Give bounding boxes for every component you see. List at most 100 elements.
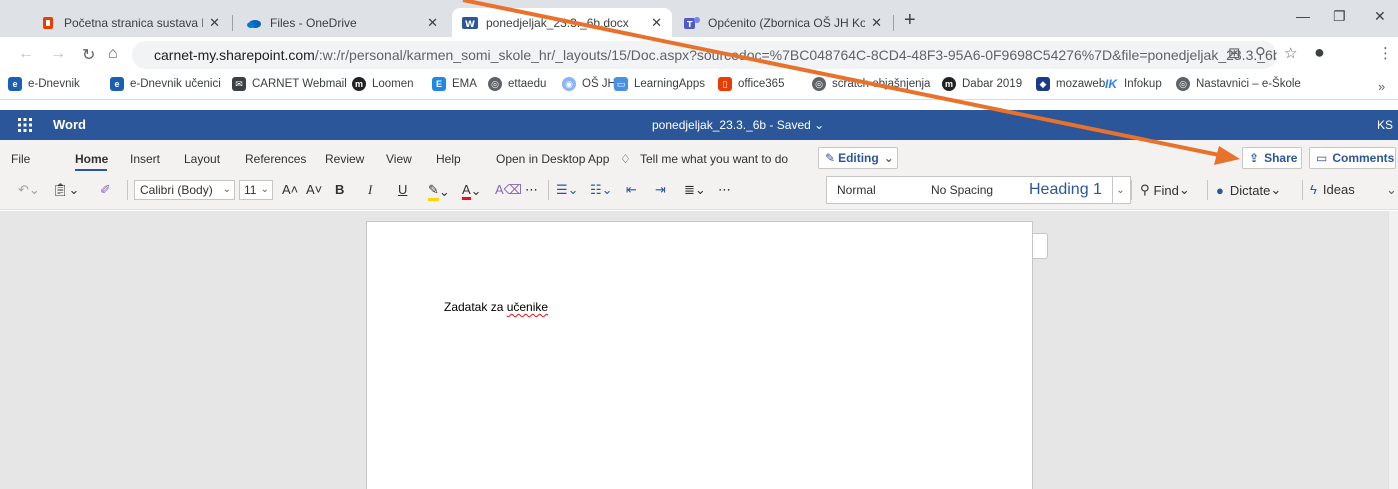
- bookmark-os-jh[interactable]: ◉ OŠ JH: [562, 77, 616, 91]
- more-paragraph-options-icon[interactable]: ⋯: [718, 182, 731, 198]
- user-avatar[interactable]: KS: [1377, 118, 1393, 132]
- undo-icon[interactable]: ↶⌄: [18, 182, 40, 198]
- tab-review[interactable]: Review: [325, 152, 364, 166]
- comments-button[interactable]: ▭ Comments: [1309, 147, 1396, 169]
- close-icon[interactable]: ✕: [651, 15, 662, 31]
- font-size-box[interactable]: 11 ⌄: [239, 180, 273, 200]
- new-tab-button[interactable]: +: [904, 10, 916, 30]
- style-normal[interactable]: Normal: [837, 177, 876, 203]
- highlight-icon[interactable]: ✎ ⌄: [428, 182, 450, 201]
- e-dnevnik-icon: e: [110, 77, 124, 91]
- bookmark-e-dnevnik[interactable]: e e-Dnevnik: [8, 77, 80, 91]
- open-in-desktop-app[interactable]: Open in Desktop App: [496, 152, 609, 166]
- tab-teams[interactable]: T Općenito (Zbornica OŠ JH Kotoriba) ✕: [674, 8, 892, 37]
- ribbon-collapse-icon[interactable]: ⌄: [1386, 182, 1397, 198]
- editing-mode-button[interactable]: ✎ Editing ⌄: [818, 147, 898, 169]
- style-no-spacing[interactable]: No Spacing: [931, 177, 993, 203]
- bookmark-star-icon[interactable]: ☆: [1284, 44, 1297, 62]
- bookmark-dabar[interactable]: m Dabar 2019: [942, 77, 1022, 91]
- ema-icon: E: [432, 77, 446, 91]
- format-painter-icon[interactable]: ✐: [100, 182, 111, 198]
- styles-dropdown-icon[interactable]: ⌄: [1112, 177, 1128, 203]
- document-text[interactable]: Zadatak za učenike: [444, 300, 548, 314]
- tab-view[interactable]: View: [386, 152, 412, 166]
- close-window-icon[interactable]: ✕: [1374, 8, 1386, 25]
- numbering-icon[interactable]: ☷⌄: [590, 182, 613, 198]
- document-title[interactable]: ponedjeljak_23.3._6b - Saved ⌄: [652, 118, 824, 132]
- forward-icon[interactable]: →: [50, 45, 66, 63]
- decrease-indent-icon[interactable]: ⇤: [626, 182, 637, 198]
- divider: [127, 180, 128, 200]
- bookmark-nastavnici[interactable]: ◎ Nastavnici – e-Škole: [1176, 77, 1301, 91]
- underline-icon[interactable]: U: [398, 182, 407, 197]
- globe-icon: ◎: [488, 77, 502, 91]
- close-icon[interactable]: ✕: [427, 15, 438, 31]
- browser-menu-icon[interactable]: ⋮: [1378, 44, 1393, 62]
- font-name-box[interactable]: Calibri (Body) ⌄: [134, 180, 235, 200]
- find-button[interactable]: ⚲ Find ⌄: [1140, 182, 1190, 198]
- close-icon[interactable]: ✕: [209, 15, 220, 31]
- app-name[interactable]: Word: [53, 117, 86, 132]
- url-host: carnet-my.sharepoint.com: [154, 47, 315, 63]
- bookmark-ettaedu[interactable]: ◎ ettaedu: [488, 77, 546, 91]
- zoom-icon[interactable]: ⚲: [1255, 44, 1266, 62]
- address-bar[interactable]: carnet-my.sharepoint.com/:w:/r/personal/…: [132, 41, 1277, 69]
- chevron-down-icon: ⌄: [222, 184, 231, 195]
- back-icon[interactable]: ←: [18, 45, 34, 63]
- font-color-icon[interactable]: A ⌄: [462, 182, 482, 200]
- tab-file[interactable]: File: [11, 152, 30, 166]
- italic-icon[interactable]: I: [368, 182, 372, 198]
- style-heading-1[interactable]: Heading 1: [1029, 177, 1102, 203]
- tab-onedrive[interactable]: Files - OneDrive ✕: [236, 8, 448, 37]
- vertical-scrollbar[interactable]: [1388, 211, 1398, 489]
- divider: [1302, 180, 1303, 200]
- bookmark-learningapps[interactable]: ▭ LearningApps: [614, 77, 705, 91]
- translate-icon[interactable]: ⊞: [1228, 44, 1241, 62]
- increase-indent-icon[interactable]: ⇥: [655, 182, 666, 198]
- bold-icon[interactable]: B: [335, 182, 344, 197]
- browser-tab-strip: Početna stranica sustava Microsoft ✕ Fil…: [0, 0, 1398, 37]
- globe-icon: ◎: [1176, 77, 1190, 91]
- clear-formatting-icon[interactable]: A⌫: [495, 182, 522, 198]
- learningapps-icon: ▭: [614, 77, 628, 91]
- reload-icon[interactable]: ↻: [82, 45, 95, 65]
- misspelled-word[interactable]: učenike: [507, 300, 548, 314]
- bookmark-scratch[interactable]: ◎ scratch objašnjenja: [812, 77, 930, 91]
- alignment-icon[interactable]: ≣⌄: [684, 182, 706, 198]
- grow-font-icon[interactable]: A˄: [282, 182, 298, 197]
- tab-layout[interactable]: Layout: [184, 152, 220, 166]
- bullets-icon[interactable]: ☰⌄: [556, 182, 579, 198]
- paste-icon[interactable]: 📋︎⌄: [52, 182, 79, 198]
- word-doc-icon: W: [462, 15, 478, 31]
- bookmark-e-dnevnik-ucenici[interactable]: e e-Dnevnik učenici: [110, 77, 221, 91]
- share-button[interactable]: ⇪ Share: [1242, 147, 1302, 169]
- dictate-button[interactable]: ● Dictate ⌄: [1216, 182, 1281, 198]
- infokup-icon: IK: [1105, 77, 1117, 91]
- more-font-options-icon[interactable]: ⋯: [525, 182, 538, 198]
- svg-text:T: T: [687, 20, 693, 29]
- home-icon[interactable]: ⌂: [108, 45, 118, 63]
- bookmark-infokup[interactable]: IK Infokup: [1104, 77, 1162, 91]
- tab-help[interactable]: Help: [436, 152, 461, 166]
- profile-icon[interactable]: ●: [1314, 42, 1325, 63]
- minimize-icon[interactable]: —: [1296, 8, 1310, 24]
- bookmark-office365[interactable]: ▯ office365: [718, 77, 784, 91]
- bookmarks-overflow-icon[interactable]: »: [1378, 79, 1385, 94]
- bookmark-carnet-webmail[interactable]: ✉ CARNET Webmail: [232, 77, 347, 91]
- bookmark-ema[interactable]: E EMA: [432, 77, 477, 91]
- ideas-button[interactable]: ϟ Ideas: [1310, 182, 1355, 197]
- divider: [1207, 180, 1208, 200]
- tab-references[interactable]: References: [245, 152, 306, 166]
- document-page[interactable]: [366, 221, 1033, 489]
- bookmark-mozaweb[interactable]: ◆ mozaweb: [1036, 77, 1105, 91]
- close-icon[interactable]: ✕: [871, 15, 882, 31]
- restore-icon[interactable]: ❐: [1333, 8, 1346, 25]
- tab-insert[interactable]: Insert: [130, 152, 160, 166]
- tab-office-home[interactable]: Početna stranica sustava Microsoft ✕: [30, 8, 230, 37]
- tab-home[interactable]: Home: [75, 152, 108, 166]
- tab-word-document[interactable]: W ponedjeljak_23.3._6b.docx ✕: [452, 8, 672, 37]
- tell-me-search[interactable]: Tell me what you want to do: [640, 152, 788, 166]
- bookmark-loomen[interactable]: m Loomen: [352, 77, 414, 91]
- app-launcher-icon[interactable]: [18, 118, 32, 132]
- shrink-font-icon[interactable]: A˅: [306, 182, 322, 197]
